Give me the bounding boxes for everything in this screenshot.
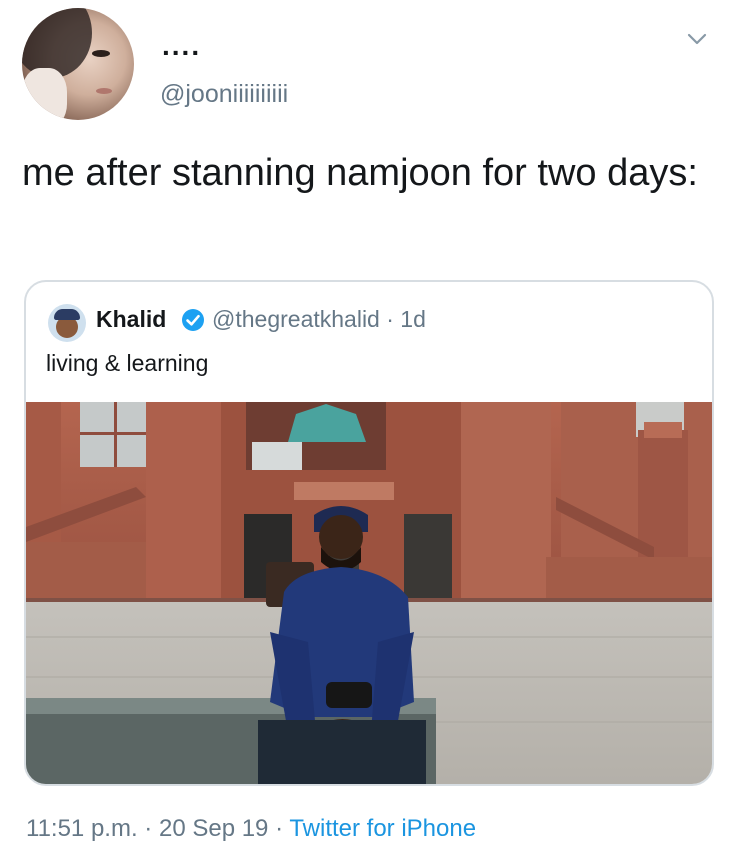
tweet-timestamp: 11:51 p.m. · 20 Sep 19 · Twitter for iPh… [26,815,476,843]
tweet-source-link[interactable]: Twitter for iPhone [289,815,476,842]
quoted-tweet-age[interactable]: 1d [400,306,426,332]
timestamp-separator: · [144,815,153,842]
quoted-tweet-photo[interactable] [26,402,712,784]
author-handle[interactable]: @jooniiiiiiiiii [160,80,288,109]
author-display-name[interactable]: .... [162,32,201,60]
quoted-author-name[interactable]: Khalid [96,306,166,333]
quoted-author-meta: @thegreatkhalid · 1d [212,306,426,333]
tweet-time[interactable]: 11:51 p.m. [26,815,138,842]
meta-separator: · [386,306,394,332]
quoted-author-avatar[interactable] [48,304,86,342]
timestamp-separator: · [275,815,284,842]
tweet-date[interactable]: 20 Sep 19 [159,815,268,842]
author-avatar[interactable] [22,8,134,120]
quoted-author-handle[interactable]: @thegreatkhalid [212,306,380,332]
chevron-down-icon[interactable] [686,28,708,50]
verified-badge-icon [182,309,204,331]
tweet-text: me after stanning namjoon for two days: [22,152,698,194]
quoted-tweet-text: living & learning [46,350,209,376]
quoted-tweet-card[interactable]: Khalid @thegreatkhalid · 1d living & lea… [24,280,714,786]
